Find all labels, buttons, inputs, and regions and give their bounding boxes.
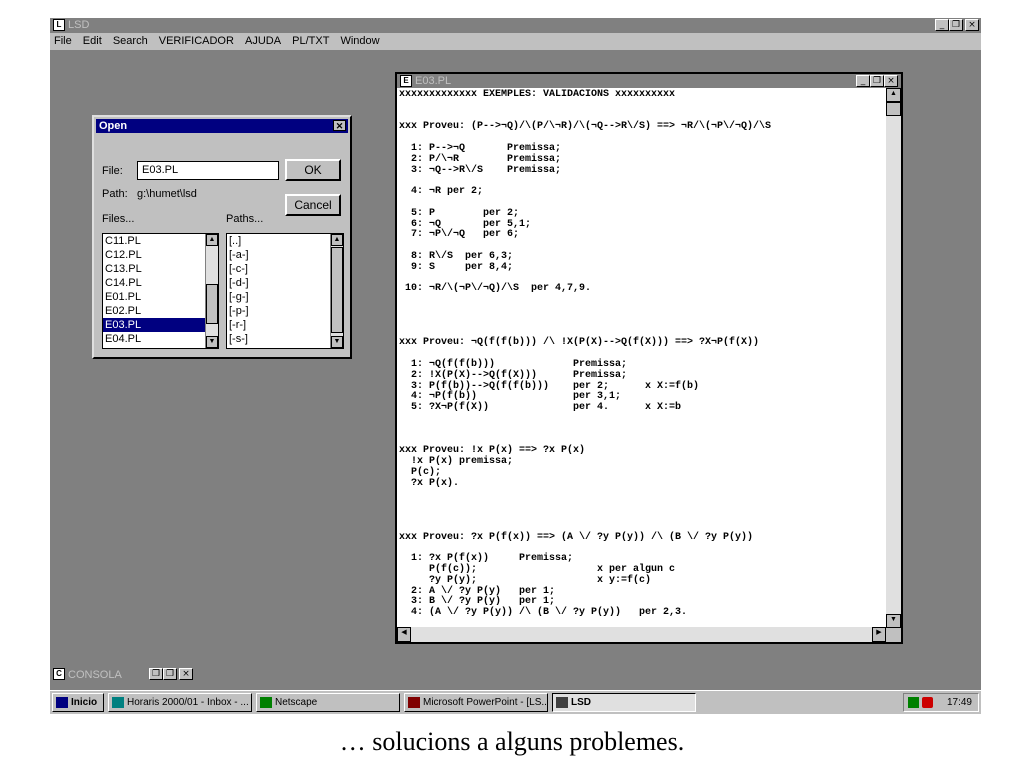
editor-vertical-scrollbar[interactable]: ▲ ▼: [886, 88, 901, 628]
scroll-down-icon[interactable]: ▼: [206, 336, 218, 348]
consola-icon: C: [53, 668, 65, 680]
taskbar-item-lsd[interactable]: LSD: [552, 693, 696, 712]
file-label: File:: [102, 165, 123, 177]
file-list-item[interactable]: E02.PL: [103, 304, 218, 318]
file-list-item[interactable]: C12.PL: [103, 248, 218, 262]
path-list-item[interactable]: [-g-]: [227, 290, 343, 304]
file-list-item[interactable]: E03.PL: [103, 318, 218, 332]
ok-button[interactable]: OK: [285, 159, 341, 181]
editor-window: E E03.PL _ ❐ × xxxxxxxxxxxxx EXEMPLES: V…: [395, 72, 903, 644]
file-list-item[interactable]: C13.PL: [103, 262, 218, 276]
files-label: Files...: [102, 213, 135, 225]
app-titlebar: L LSD _ ❐ ×: [50, 18, 981, 33]
taskbar-item-inbox[interactable]: Horaris 2000/01 - Inbox - ...: [108, 693, 252, 712]
paths-list[interactable]: [..] [-a-] [-c-] [-d-] [-g-] [-p-] [-r-] [-s-] …: [226, 233, 344, 349]
windows-logo-icon: [56, 697, 68, 708]
paths-scrollbar[interactable]: ▲ ▼: [330, 234, 343, 348]
path-list-item[interactable]: [-d-]: [227, 276, 343, 290]
scroll-down-icon[interactable]: ▼: [886, 614, 901, 628]
antivirus-icon[interactable]: [922, 697, 933, 708]
files-scrollbar[interactable]: ▲ ▼: [205, 234, 218, 348]
scroll-thumb[interactable]: [206, 284, 218, 324]
close-icon[interactable]: ✕: [333, 120, 346, 131]
scroll-left-icon[interactable]: ◀: [397, 627, 411, 642]
file-list-item[interactable]: C11.PL: [103, 234, 218, 248]
minimize-button[interactable]: _: [935, 19, 949, 31]
app-title: LSD: [68, 19, 90, 31]
scroll-up-icon[interactable]: ▲: [331, 234, 343, 246]
taskbar-item-powerpoint[interactable]: Microsoft PowerPoint - [LS...: [404, 693, 548, 712]
path-list-item[interactable]: [-a-]: [227, 248, 343, 262]
path-label: Path:: [102, 188, 128, 200]
menu-file[interactable]: File: [54, 35, 72, 47]
close-button[interactable]: ×: [965, 19, 979, 31]
consola-title: CONSOLA: [68, 669, 122, 681]
clock: 17:49: [946, 697, 972, 708]
start-button[interactable]: Inicio: [52, 693, 104, 712]
maximize-button[interactable]: ❐: [949, 19, 963, 31]
file-list-item[interactable]: E01.PL: [103, 290, 218, 304]
consola-close-button[interactable]: ×: [179, 668, 193, 680]
taskbar-item-label: Horaris 2000/01 - Inbox - ...: [127, 697, 249, 708]
desktop: L LSD _ ❐ × File Edit Search VERIFICADOR…: [50, 18, 981, 714]
scroll-down-icon[interactable]: ▼: [331, 336, 343, 348]
editor-text-area[interactable]: xxxxxxxxxxxxx EXEMPLES: VALIDACIONS xxxx…: [397, 88, 886, 628]
menu-ajuda[interactable]: AJUDA: [245, 35, 281, 47]
editor-title: E03.PL: [415, 75, 452, 87]
consola-window[interactable]: C CONSOLA ❐ ❐ ×: [50, 667, 197, 683]
path-value: g:\humet\lsd: [137, 188, 197, 200]
taskbar-item-netscape[interactable]: Netscape: [256, 693, 400, 712]
editor-titlebar: E E03.PL _ ❐ ×: [397, 74, 901, 88]
menu-pltxt[interactable]: PL/TXT: [292, 35, 329, 47]
mail-icon: [112, 697, 124, 708]
consola-maximize-button[interactable]: ❐: [163, 668, 177, 680]
path-list-item[interactable]: [..]: [227, 234, 343, 248]
scroll-thumb[interactable]: [331, 247, 343, 333]
paths-label: Paths...: [226, 213, 264, 225]
app-icon: L: [53, 19, 65, 31]
scroll-thumb[interactable]: [886, 102, 901, 116]
file-list-item[interactable]: C14.PL: [103, 276, 218, 290]
editor-horizontal-scrollbar[interactable]: ◀ ▶: [397, 627, 886, 642]
path-list-item[interactable]: [-p-]: [227, 304, 343, 318]
menu-bar: File Edit Search VERIFICADOR AJUDA PL/TX…: [50, 33, 981, 50]
menu-window[interactable]: Window: [340, 35, 379, 47]
path-list-item[interactable]: [-c-]: [227, 262, 343, 276]
start-label: Inicio: [71, 697, 98, 708]
files-list[interactable]: C11.PL C12.PL C13.PL C14.PL E01.PL E02.PL E03.…: [102, 233, 219, 349]
lsd-icon: [556, 697, 568, 708]
network-icon[interactable]: [908, 697, 919, 708]
editor-minimize-button[interactable]: _: [856, 75, 870, 87]
path-list-item[interactable]: [-r-]: [227, 318, 343, 332]
editor-close-button[interactable]: ×: [884, 75, 898, 87]
open-dialog-titlebar: Open ✕: [96, 119, 348, 133]
taskbar-item-label: Netscape: [275, 697, 318, 708]
path-list-item[interactable]: [-s-]: [227, 332, 343, 346]
editor-content: xxxxxxxxxxxxx EXEMPLES: VALIDACIONS xxxx…: [399, 89, 772, 619]
open-dialog-title: Open: [99, 120, 128, 132]
netscape-icon: [260, 697, 272, 708]
slide-caption: … solucions a alguns problemes.: [339, 727, 685, 756]
powerpoint-icon: [408, 697, 420, 708]
system-tray: 17:49: [903, 693, 979, 712]
scroll-up-icon[interactable]: ▲: [886, 88, 901, 102]
scroll-up-icon[interactable]: ▲: [206, 234, 218, 246]
consola-restore-button[interactable]: ❐: [149, 668, 163, 680]
open-dialog: Open ✕ File: E03.PL Path: g:\humet\lsd O…: [92, 115, 352, 359]
taskbar-item-label: Microsoft PowerPoint - [LS...: [423, 697, 548, 708]
scroll-right-icon[interactable]: ▶: [872, 627, 886, 642]
file-list-item[interactable]: E04.PL: [103, 332, 218, 346]
menu-verificador[interactable]: VERIFICADOR: [159, 35, 234, 47]
editor-maximize-button[interactable]: ❐: [870, 75, 884, 87]
taskbar: Inicio Horaris 2000/01 - Inbox - ... Net…: [50, 690, 981, 714]
taskbar-item-label: LSD: [571, 697, 591, 708]
menu-search[interactable]: Search: [113, 35, 148, 47]
file-input[interactable]: E03.PL: [137, 161, 279, 180]
cancel-button[interactable]: Cancel: [285, 194, 341, 216]
doc-icon: E: [400, 75, 412, 87]
menu-edit[interactable]: Edit: [83, 35, 102, 47]
